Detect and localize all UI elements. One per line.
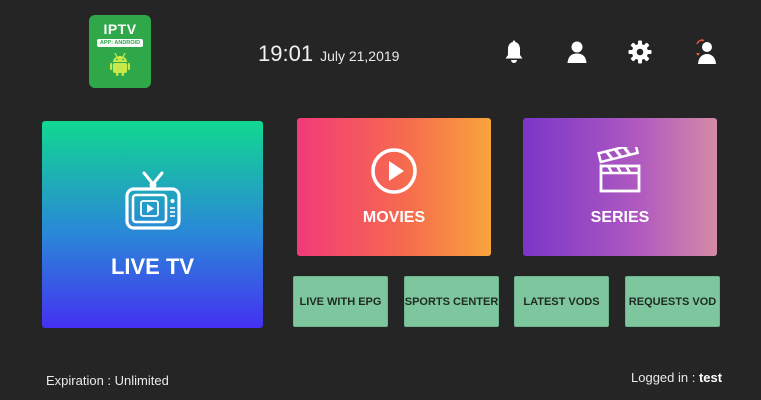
- app-logo: IPTV APP: ANDROID: [89, 15, 151, 88]
- logo-subtitle: APP: ANDROID: [96, 39, 144, 47]
- expiration-text: Expiration : Unlimited: [46, 373, 169, 388]
- live-tv-label: LIVE TV: [110, 253, 195, 279]
- switch-user-icon: [696, 39, 716, 64]
- profile-button[interactable]: [563, 38, 591, 66]
- series-label: SERIES: [590, 209, 650, 226]
- live-tv-tile[interactable]: LIVE TV: [42, 121, 263, 328]
- live-with-epg-button[interactable]: LIVE WITH EPG: [293, 276, 388, 327]
- logged-in-status: Logged in : test: [631, 370, 722, 385]
- android-icon: [110, 52, 130, 76]
- gear-icon: [628, 40, 652, 64]
- latest-vods-button[interactable]: LATEST VODS: [514, 276, 609, 327]
- bell-icon: [505, 40, 523, 63]
- clock-time: 19:01: [258, 41, 314, 66]
- logo-title: IPTV: [103, 21, 137, 37]
- logged-in-username: test: [698, 370, 723, 385]
- requests-vod-button[interactable]: REQUESTS VOD: [625, 276, 720, 327]
- switch-user-button[interactable]: [692, 38, 720, 66]
- tv-icon: [124, 171, 181, 230]
- clock: 19:01 July 21,2019: [258, 41, 399, 67]
- logged-in-label: Logged in :: [631, 370, 696, 385]
- clapperboard-icon: [597, 147, 641, 193]
- user-icon: [567, 41, 587, 63]
- clock-date: July 21,2019: [320, 48, 400, 64]
- play-icon: [371, 148, 417, 194]
- movies-label: MOVIES: [362, 209, 426, 226]
- sports-center-button[interactable]: SPORTS CENTER: [404, 276, 499, 327]
- notifications-button[interactable]: [500, 38, 528, 66]
- movies-tile[interactable]: MOVIES: [297, 118, 491, 256]
- series-tile[interactable]: SERIES: [523, 118, 717, 256]
- settings-button[interactable]: [626, 38, 654, 66]
